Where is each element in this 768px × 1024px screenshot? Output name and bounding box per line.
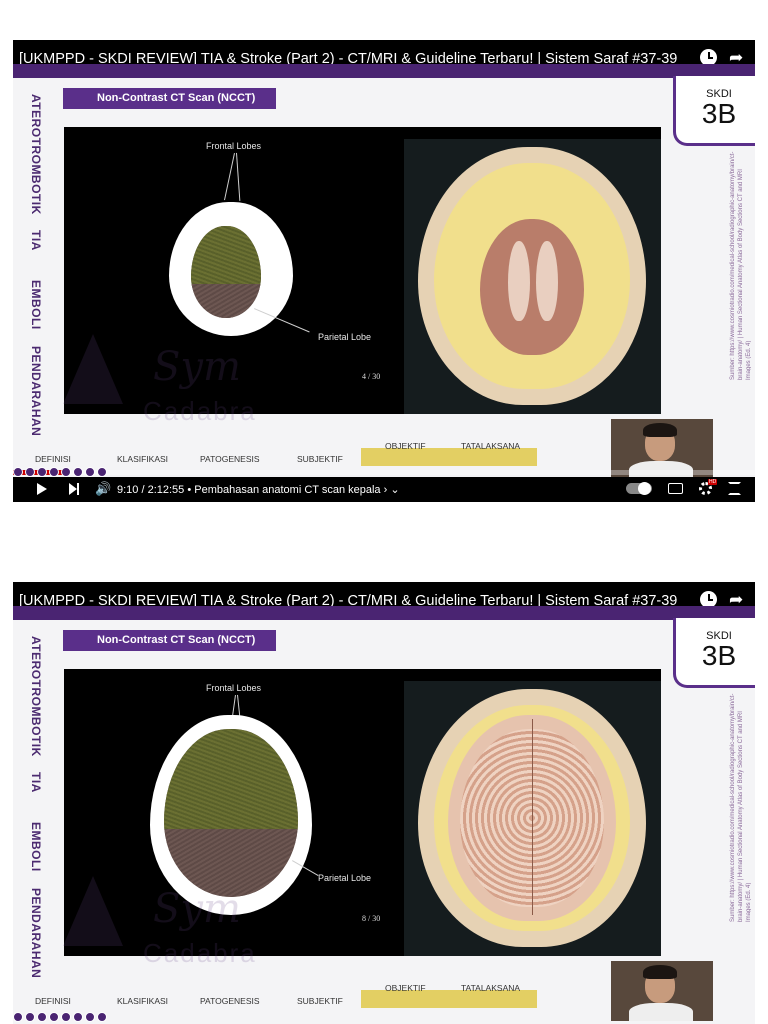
tab-definisi: DEFINISI [35, 996, 71, 1006]
slide-page-number: 8 / 30 [362, 914, 381, 923]
section-ventricle-right [536, 241, 558, 321]
progress-bar[interactable] [13, 470, 755, 475]
fullscreen-icon[interactable] [728, 482, 741, 495]
skdi-level: 3B [701, 98, 737, 129]
time-and-chapter[interactable]: 9:10 / 2:12:55 • Pembahasan anatomi CT s… [117, 483, 400, 496]
slide-side-nav: ATEROTROMBOTIK TIA EMBOLI PENDARAHAN [19, 632, 43, 982]
anatomical-section-image [404, 681, 661, 956]
section-brain [480, 219, 584, 355]
side-nav-pendarahan: PENDARAHAN [29, 888, 43, 979]
section-ventricle-left [508, 241, 530, 321]
section-midline [532, 719, 533, 915]
slide: ATEROTROMBOTIK TIA EMBOLI PENDARAHAN Non… [13, 64, 755, 484]
slide-title: Non-Contrast CT Scan (NCCT) [63, 630, 276, 651]
tab-objektif: OBJEKTIF [385, 441, 426, 451]
slide: ATEROTROMBOTIK TIA EMBOLI PENDARAHAN Non… [13, 606, 755, 1024]
chapter-marker [97, 1012, 107, 1022]
skdi-badge: SKDI 3B [673, 76, 755, 146]
chapter-marker [85, 467, 95, 477]
player-controls: 🔊 9:10 / 2:12:55 • Pembahasan anatomi CT… [13, 477, 755, 502]
side-nav-aterotrombotik: ATEROTROMBOTIK [29, 636, 43, 757]
slide-top-bar [13, 64, 755, 78]
section-skull [418, 147, 646, 405]
chapter-marker [61, 467, 71, 477]
tab-subjektif: SUBJEKTIF [297, 454, 343, 464]
ct-scan-image: Frontal Lobes Parietal Lobe 4 / 30 [64, 127, 402, 414]
chapter-marker [73, 467, 83, 477]
parietal-lobe-region [164, 829, 298, 897]
time-display: 9:10 / 2:12:55 [117, 484, 185, 496]
tab-klasifikasi: KLASIFIKASI [117, 454, 169, 464]
parietal-lobe-region [191, 284, 261, 318]
side-nav-tia: TIA [29, 772, 43, 793]
parietal-lobe-label: Parietal Lobe [318, 873, 372, 883]
tab-definisi: DEFINISI [35, 454, 71, 464]
tab-tatalaksana: TATALAKSANA [461, 983, 521, 993]
chapter-markers [13, 467, 107, 477]
side-nav-emboli: EMBOLI [29, 822, 43, 872]
next-icon[interactable] [69, 483, 79, 495]
chapter-markers [13, 1012, 107, 1022]
side-nav-emboli: EMBOLI [29, 280, 43, 330]
video-player-frame-1[interactable]: [UKMPPD - SKDI REVIEW] TIA & Stroke (Par… [13, 40, 755, 502]
source-citation: Sumber: https://www.cosmiotradio.com/med… [730, 151, 751, 380]
section-skull [418, 689, 646, 947]
skdi-badge: SKDI 3B [673, 618, 755, 688]
video-player-frame-2[interactable]: [UKMPPD - SKDI REVIEW] TIA & Stroke (Par… [13, 582, 755, 1024]
chapter-marker [25, 467, 35, 477]
slide-title: Non-Contrast CT Scan (NCCT) [63, 88, 276, 109]
tab-objektif: OBJEKTIF [385, 983, 426, 993]
slide-content: Frontal Lobes Parietal Lobe 8 / 30 [64, 669, 661, 956]
tab-patogenesis: PATOGENESIS [200, 996, 260, 1006]
slide-content: Frontal Lobes Parietal Lobe 4 / 30 [64, 127, 661, 414]
presenter-hair [643, 965, 677, 979]
presenter-webcam [611, 961, 713, 1021]
slide-top-bar [13, 606, 755, 620]
volume-icon[interactable]: 🔊 [95, 481, 111, 497]
chapter-marker [37, 1012, 47, 1022]
chapter-marker [97, 467, 107, 477]
chapter-marker [49, 467, 59, 477]
settings-gear-icon[interactable] [699, 479, 718, 495]
autoplay-toggle[interactable] [626, 482, 652, 495]
ct-brain [164, 729, 298, 897]
chapter-marker [13, 467, 23, 477]
tab-subjektif: SUBJEKTIF [297, 996, 343, 1006]
slide-side-nav: ATEROTROMBOTIK TIA EMBOLI PENDARAHAN [19, 90, 43, 440]
anatomical-section-image [404, 139, 661, 414]
slide-page-number: 4 / 30 [362, 372, 381, 381]
tab-tatalaksana: TATALAKSANA [461, 441, 521, 451]
frontal-lobes-label: Frontal Lobes [206, 141, 262, 151]
source-citation: Sumber: https://www.cosmiotradio.com/med… [730, 693, 751, 922]
tab-patogenesis: PATOGENESIS [200, 454, 260, 464]
play-icon[interactable] [37, 483, 47, 495]
side-nav-aterotrombotik: ATEROTROMBOTIK [29, 94, 43, 215]
chapter-marker [49, 1012, 59, 1022]
subtitles-icon[interactable] [668, 483, 683, 494]
chapter-marker [85, 1012, 95, 1022]
frontal-lobe-region [164, 729, 298, 831]
tab-klasifikasi: KLASIFIKASI [117, 996, 169, 1006]
chapter-marker [61, 1012, 71, 1022]
chapter-marker [73, 1012, 83, 1022]
side-nav-tia: TIA [29, 230, 43, 251]
ct-scan-image: Frontal Lobes Parietal Lobe 8 / 30 [64, 669, 402, 956]
frontal-lobe-region [191, 226, 261, 286]
chapter-marker [25, 1012, 35, 1022]
frontal-leader-line [224, 153, 235, 201]
chapter-marker [37, 467, 47, 477]
ct-brain [191, 226, 261, 318]
skdi-level: 3B [701, 640, 737, 671]
ct-skull [150, 715, 312, 915]
chapter-marker [13, 1012, 23, 1022]
presenter-hair [643, 423, 677, 437]
chapter-title: • Pembahasan anatomi CT scan kepala › [187, 484, 388, 496]
parietal-lobe-label: Parietal Lobe [318, 332, 372, 342]
side-nav-pendarahan: PENDARAHAN [29, 346, 43, 437]
chevron-down-icon: ⌄ [390, 484, 400, 496]
frontal-lobes-label: Frontal Lobes [206, 683, 262, 693]
frontal-leader-line [236, 152, 241, 201]
presenter-shirt [629, 1003, 693, 1021]
